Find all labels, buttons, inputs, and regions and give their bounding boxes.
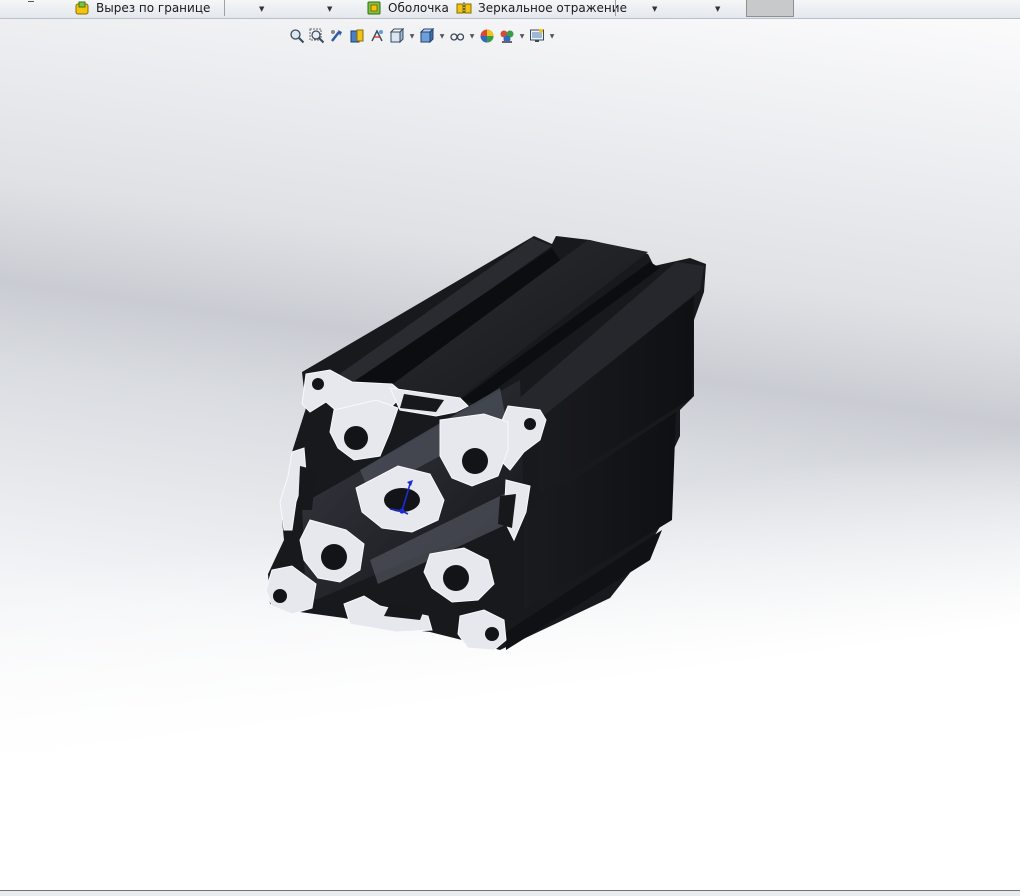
boundary-cut-button[interactable]: Вырез по границе xyxy=(74,0,210,16)
mirror-icon xyxy=(456,2,472,14)
mirror-button[interactable]: Зеркальное отражение xyxy=(456,0,627,16)
shell-label: Оболочка xyxy=(388,1,449,15)
ribbon-divider xyxy=(224,0,225,16)
ribbon-edge-mark xyxy=(28,1,34,2)
ribbon-dropdown-arrow[interactable]: ▼ xyxy=(259,5,264,13)
ribbon-divider xyxy=(615,0,616,16)
ribbon-panel-button[interactable] xyxy=(746,0,794,17)
mirror-label: Зеркальное отражение xyxy=(478,1,627,15)
ribbon-dropdown-arrow[interactable]: ▼ xyxy=(327,5,332,13)
graphics-area[interactable]: ▼ ▼ ▼ ▼ ▼ xyxy=(0,19,1020,890)
shell-icon xyxy=(367,1,381,15)
shell-button[interactable]: Оболочка xyxy=(366,0,449,16)
feature-ribbon: Вырез по границе ▼ ▼ Оболочка Зеркальное… xyxy=(0,0,1020,19)
ribbon-dropdown-arrow[interactable]: ▼ xyxy=(652,5,657,13)
boundary-cut-label: Вырез по границе xyxy=(96,1,211,15)
boundary-cut-icon xyxy=(75,1,89,15)
status-bar xyxy=(0,891,1020,896)
ribbon-dropdown-arrow[interactable]: ▼ xyxy=(715,5,720,13)
aluminum-extrusion-model[interactable] xyxy=(0,19,1020,890)
